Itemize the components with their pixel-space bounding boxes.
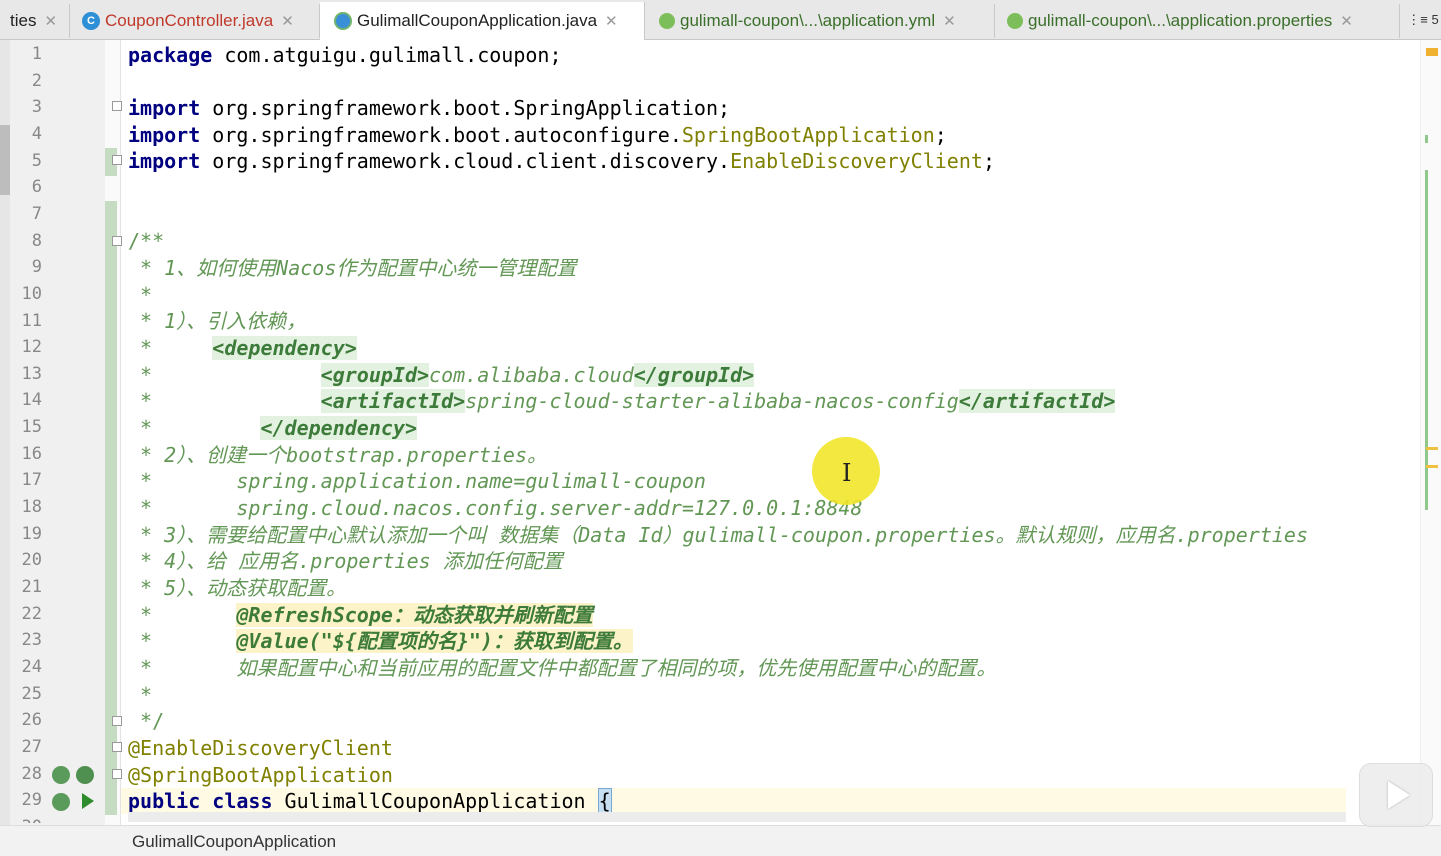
line-number: 8	[31, 230, 42, 251]
code-line-20: * 4）、给 应用名.properties 添加任何配置	[128, 549, 563, 573]
fold-toggle-icon[interactable]	[112, 716, 122, 726]
tab-coupon-controller[interactable]: C CouponController.java ✕	[70, 4, 320, 38]
fold-toggle-icon[interactable]	[112, 101, 122, 111]
code-line-17: * spring.application.name=gulimall-coupo…	[128, 469, 706, 493]
code-line-26: */	[128, 709, 165, 733]
code-line-1: package com.atguigu.gulimall.coupon;	[128, 43, 562, 67]
tab-application-properties[interactable]: gulimall-coupon\...\application.properti…	[995, 4, 1400, 38]
code-line-15: * </dependency>	[128, 416, 417, 440]
line-number: 16	[21, 443, 42, 464]
code-line-28: @SpringBootApplication	[128, 763, 393, 787]
code-line-19: * 3）、需要给配置中心默认添加一个叫 数据集（Data Id）gulimall…	[128, 523, 1309, 547]
fold-toggle-icon[interactable]	[112, 769, 122, 779]
play-icon	[1388, 781, 1410, 809]
spring-bean-icon[interactable]	[52, 766, 70, 784]
line-number: 17	[21, 470, 42, 491]
line-number: 15	[21, 417, 42, 438]
tab-gulimall-coupon-application[interactable]: GulimallCouponApplication.java ✕	[320, 2, 645, 40]
line-number: 4	[31, 123, 42, 144]
code-line-10: *	[128, 283, 153, 307]
run-icon[interactable]	[82, 793, 94, 809]
change-stripe[interactable]	[1425, 170, 1428, 510]
line-number: 10	[21, 283, 42, 304]
warning-stripe[interactable]	[1426, 465, 1438, 468]
code-editor[interactable]: package com.atguigu.gulimall.coupon; imp…	[128, 40, 1421, 825]
code-line-18: * spring.cloud.nacos.config.server-addr=…	[128, 496, 863, 520]
fold-toggle-icon[interactable]	[112, 155, 122, 165]
line-number: 28	[21, 763, 42, 784]
fold-toggle-icon[interactable]	[112, 236, 122, 246]
close-icon[interactable]: ✕	[44, 12, 57, 30]
code-line-11: * 1）、引入依赖，	[128, 309, 307, 333]
code-line-5: import org.springframework.cloud.client.…	[128, 149, 995, 173]
code-line-27: @EnableDiscoveryClient	[128, 736, 393, 760]
warning-stripe[interactable]	[1426, 447, 1438, 450]
line-number: 27	[21, 736, 42, 757]
line-number: 2	[31, 70, 42, 91]
close-icon[interactable]: ✕	[281, 12, 294, 30]
spring-class-icon	[334, 12, 352, 30]
code-line-4: import org.springframework.boot.autoconf…	[128, 123, 947, 147]
line-number: 6	[31, 177, 42, 198]
line-number: 24	[21, 656, 42, 677]
horizontal-scrollbar[interactable]	[128, 812, 1346, 822]
code-line-16: * 2）、创建一个bootstrap.properties。	[128, 443, 547, 467]
line-number: 11	[21, 310, 42, 331]
close-icon[interactable]: ✕	[943, 12, 956, 30]
spring-leaf-icon[interactable]	[76, 766, 94, 784]
line-number: 20	[21, 550, 42, 571]
line-number: 7	[31, 203, 42, 224]
code-line-12: * <dependency>	[128, 336, 357, 360]
editor-tab-bar: ties ✕ C CouponController.java ✕ GulimallC…	[0, 0, 1441, 40]
close-icon[interactable]: ✕	[1340, 12, 1353, 30]
spring-bean-icon[interactable]	[52, 793, 70, 811]
code-line-29: public class GulimallCouponApplication {	[128, 788, 612, 814]
close-icon[interactable]: ✕	[605, 12, 618, 30]
text-cursor-icon: I	[842, 459, 852, 487]
class-icon: C	[82, 12, 100, 30]
inspection-status-icon[interactable]	[1426, 48, 1438, 56]
code-line-22: * @RefreshScope：动态获取并刷新配置	[128, 603, 593, 627]
spring-config-icon	[659, 13, 675, 29]
line-number: 29	[21, 790, 42, 811]
line-number: 25	[21, 683, 42, 704]
line-number: 14	[21, 390, 42, 411]
line-number: 9	[31, 257, 42, 278]
line-number: 5	[31, 150, 42, 171]
line-number: 26	[21, 710, 42, 731]
breadcrumb[interactable]: GulimallCouponApplication	[132, 832, 336, 852]
code-line-25: *	[128, 683, 153, 707]
line-number: 3	[31, 97, 42, 118]
code-line-21: * 5）、动态获取配置。	[128, 576, 347, 600]
tab-list-menu-button[interactable]: ⋮≡ 5	[1405, 6, 1441, 34]
code-line-23: * @Value("${配置项的名}")：获取到配置。	[128, 629, 633, 653]
code-line-8: /**	[128, 229, 165, 253]
code-line-14: * <artifactId>spring-cloud-starter-aliba…	[128, 389, 1116, 413]
line-number: 18	[21, 497, 42, 518]
line-number: 19	[21, 523, 42, 544]
matched-brace: {	[597, 788, 612, 814]
line-number: 1	[31, 44, 42, 64]
change-stripe[interactable]	[1425, 135, 1428, 143]
code-line-3: import org.springframework.boot.SpringAp…	[128, 96, 731, 120]
play-button[interactable]	[1359, 763, 1433, 827]
line-number: 21	[21, 577, 42, 597]
line-number: 30	[10, 817, 42, 823]
spring-config-icon	[1007, 13, 1023, 29]
tab-application-yml[interactable]: gulimall-coupon\...\application.yml ✕	[645, 4, 995, 38]
code-line-13: * <groupId>com.alibaba.cloud</groupId>	[128, 363, 755, 387]
line-number: 13	[21, 363, 42, 384]
tool-window-marker[interactable]	[0, 125, 10, 195]
code-line-9: * 1、如何使用Nacos作为配置中心统一管理配置	[128, 256, 577, 280]
tab-ties[interactable]: ties ✕	[0, 4, 70, 38]
fold-toggle-icon[interactable]	[112, 742, 122, 752]
line-number: 12	[21, 337, 42, 358]
line-number: 23	[21, 630, 42, 651]
tool-window-strip	[0, 40, 10, 855]
editor-scrollbar[interactable]	[1420, 40, 1441, 825]
code-line-24: * 如果配置中心和当前应用的配置文件中都配置了相同的项，优先使用配置中心的配置。	[128, 656, 997, 680]
line-number: 22	[21, 603, 42, 624]
breadcrumb-bar: GulimallCouponApplication	[0, 825, 1441, 856]
